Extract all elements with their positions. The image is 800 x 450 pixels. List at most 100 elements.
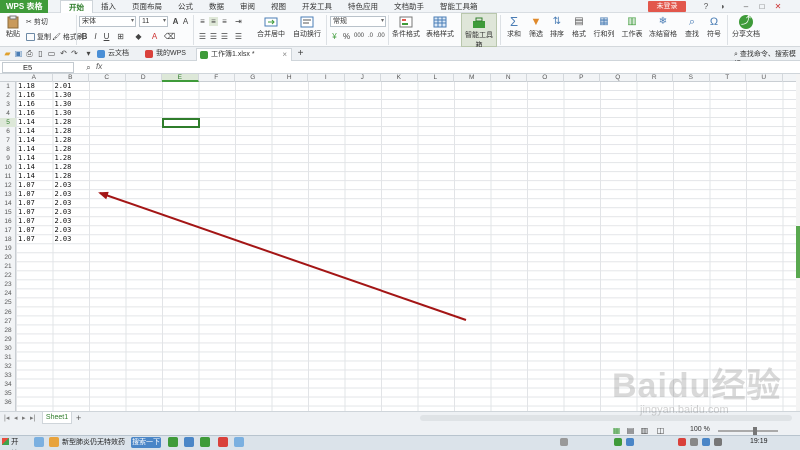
input-method-icon[interactable] — [560, 438, 568, 446]
increase-decimal-icon[interactable]: .0 — [366, 32, 375, 41]
volume-icon[interactable] — [714, 438, 722, 446]
app-icon[interactable] — [168, 437, 178, 447]
indent-icon[interactable]: ⇥ — [234, 17, 243, 26]
page-layout-icon[interactable]: ▤ — [626, 426, 635, 435]
normal-view-icon[interactable]: ▦ — [612, 426, 621, 435]
name-box[interactable]: E5 — [2, 62, 74, 73]
more-icon[interactable]: ▾ — [84, 49, 93, 58]
new-tab-icon[interactable]: + — [296, 49, 305, 59]
menu-tab[interactable]: 公式 — [170, 0, 201, 13]
taskbar-search-button[interactable]: 搜索一下 — [131, 437, 161, 448]
horizontal-scrollbar[interactable] — [420, 415, 792, 421]
save-icon[interactable]: ▣ — [14, 49, 23, 58]
freeze-panes-button[interactable]: ❄ 冻结窗格 — [647, 15, 679, 39]
shrink-font-icon[interactable]: A — [181, 17, 190, 26]
thousands-icon[interactable]: 000 — [354, 32, 364, 41]
sort-button[interactable]: ⇅ 排序 — [546, 15, 568, 39]
zoom-level[interactable]: 100 % — [690, 426, 710, 433]
clear-format-icon[interactable]: ⌫ — [164, 32, 175, 41]
network-icon[interactable] — [702, 438, 710, 446]
open-folder-icon[interactable]: ▰ — [3, 49, 12, 58]
menu-tab[interactable]: 文档助手 — [386, 0, 432, 13]
grow-font-icon[interactable]: A — [171, 17, 180, 26]
news-task[interactable]: 新型肺炎仍无特效药 — [62, 437, 125, 447]
scrollbar-thumb[interactable] — [796, 226, 800, 278]
vertical-scrollbar[interactable] — [796, 74, 800, 411]
wrap-text-button[interactable]: 自动换行 — [290, 15, 324, 39]
menu-tab[interactable]: 数据 — [201, 0, 232, 13]
print-icon[interactable]: ⎙ — [25, 49, 34, 58]
desktop-icon[interactable] — [34, 437, 44, 447]
row-col-button[interactable]: ▦ 行和列 — [591, 15, 617, 39]
page-break-icon[interactable]: ▥ — [640, 426, 649, 435]
prev-sheet-icon[interactable]: ◂ — [14, 414, 18, 422]
document-tab[interactable]: 我的WPS — [142, 48, 194, 61]
menu-tab[interactable]: 页面布局 — [124, 0, 170, 13]
menu-tab[interactable]: 视图 — [263, 0, 294, 13]
login-button[interactable]: 未登录 — [648, 1, 686, 12]
format-button[interactable]: ▤ 格式 — [568, 15, 590, 39]
news-icon[interactable] — [49, 437, 59, 447]
filter-button[interactable]: ▼ 筛选 — [525, 15, 547, 39]
tray-icon[interactable] — [614, 438, 622, 446]
maximize-icon[interactable]: □ — [756, 1, 768, 12]
decrease-decimal-icon[interactable]: .00 — [376, 32, 385, 41]
redo-icon[interactable]: ↷ — [70, 49, 79, 58]
font-size-select[interactable]: 11 ▾ — [139, 16, 168, 27]
conditional-format-button[interactable]: 条件格式 — [390, 15, 422, 39]
font-name-select[interactable]: 宋体 ▾ — [79, 16, 136, 27]
symbol-button[interactable]: Ω 符号 — [703, 15, 725, 39]
document-tab[interactable]: 工作簿1.xlsx * × — [196, 48, 292, 61]
align-bottom-icon[interactable]: ≡ — [220, 17, 229, 26]
minimize-icon[interactable]: – — [740, 1, 752, 12]
align-left-icon[interactable]: ☰ — [198, 32, 207, 41]
worksheet-button[interactable]: ▥ 工作表 — [619, 15, 645, 39]
menu-tab[interactable]: 开发工具 — [294, 0, 340, 13]
fx-icon[interactable]: fx — [96, 62, 102, 71]
print-preview-icon[interactable]: ▯ — [36, 49, 45, 58]
app-icon[interactable] — [234, 437, 244, 447]
add-sheet-icon[interactable]: + — [76, 413, 81, 423]
menu-tab[interactable]: 智能工具箱 — [432, 0, 486, 13]
zoom-slider[interactable] — [718, 430, 778, 432]
font-color-icon[interactable]: A — [150, 32, 159, 41]
last-sheet-icon[interactable]: ▸| — [30, 414, 35, 422]
wps-sheet-icon[interactable] — [200, 437, 210, 447]
border-icon[interactable]: ⊞ — [116, 32, 125, 41]
skin-icon[interactable]: ◑ — [716, 1, 728, 12]
percent-icon[interactable]: % — [342, 32, 351, 41]
currency-icon[interactable]: ¥ — [330, 32, 339, 41]
tray-icon[interactable] — [678, 438, 686, 446]
zoom-slider-thumb[interactable] — [753, 427, 757, 435]
merge-center-button[interactable]: 合并居中 — [254, 15, 288, 39]
menu-tab[interactable]: 特色应用 — [340, 0, 386, 13]
export-icon[interactable]: ▭ — [47, 49, 56, 58]
copy-button[interactable]: 复制 — [26, 32, 51, 42]
align-right-icon[interactable]: ☰ — [220, 32, 229, 41]
menu-tab[interactable]: 开始 — [60, 0, 93, 13]
document-tab[interactable]: 云文档 — [94, 48, 138, 61]
sum-button[interactable]: Σ 求和 — [503, 15, 525, 39]
sheet-tab[interactable]: Sheet1 — [42, 412, 72, 424]
menu-tab[interactable]: 插入 — [93, 0, 124, 13]
italic-icon[interactable]: I — [91, 32, 100, 41]
justify-icon[interactable]: ☰ — [234, 32, 243, 41]
tray-icon[interactable] — [626, 438, 634, 446]
align-middle-icon[interactable]: ≡ — [209, 17, 218, 26]
number-format-select[interactable]: 常规 ▾ — [330, 16, 386, 27]
start-button[interactable]: 开始 — [1, 436, 25, 450]
first-sheet-icon[interactable]: |◂ — [4, 414, 9, 422]
bold-icon[interactable]: B — [80, 32, 89, 41]
reading-mode-icon[interactable]: ◫ — [656, 426, 665, 435]
cut-button[interactable]: ✂ 剪切 — [26, 17, 48, 27]
share-button[interactable]: ⤴ 分享文档 — [731, 15, 761, 39]
tray-icon[interactable] — [690, 438, 698, 446]
magnifier-icon[interactable]: ⌕ — [84, 63, 93, 72]
smart-toolbox-button[interactable]: 智能工具箱 — [461, 13, 497, 49]
next-sheet-icon[interactable]: ▸ — [22, 414, 26, 422]
close-tab-icon[interactable]: × — [282, 49, 287, 61]
table-style-button[interactable]: 表格样式 — [424, 15, 456, 39]
undo-icon[interactable]: ↶ — [59, 49, 68, 58]
underline-icon[interactable]: U — [102, 32, 111, 41]
align-center-icon[interactable]: ☰ — [209, 32, 218, 41]
